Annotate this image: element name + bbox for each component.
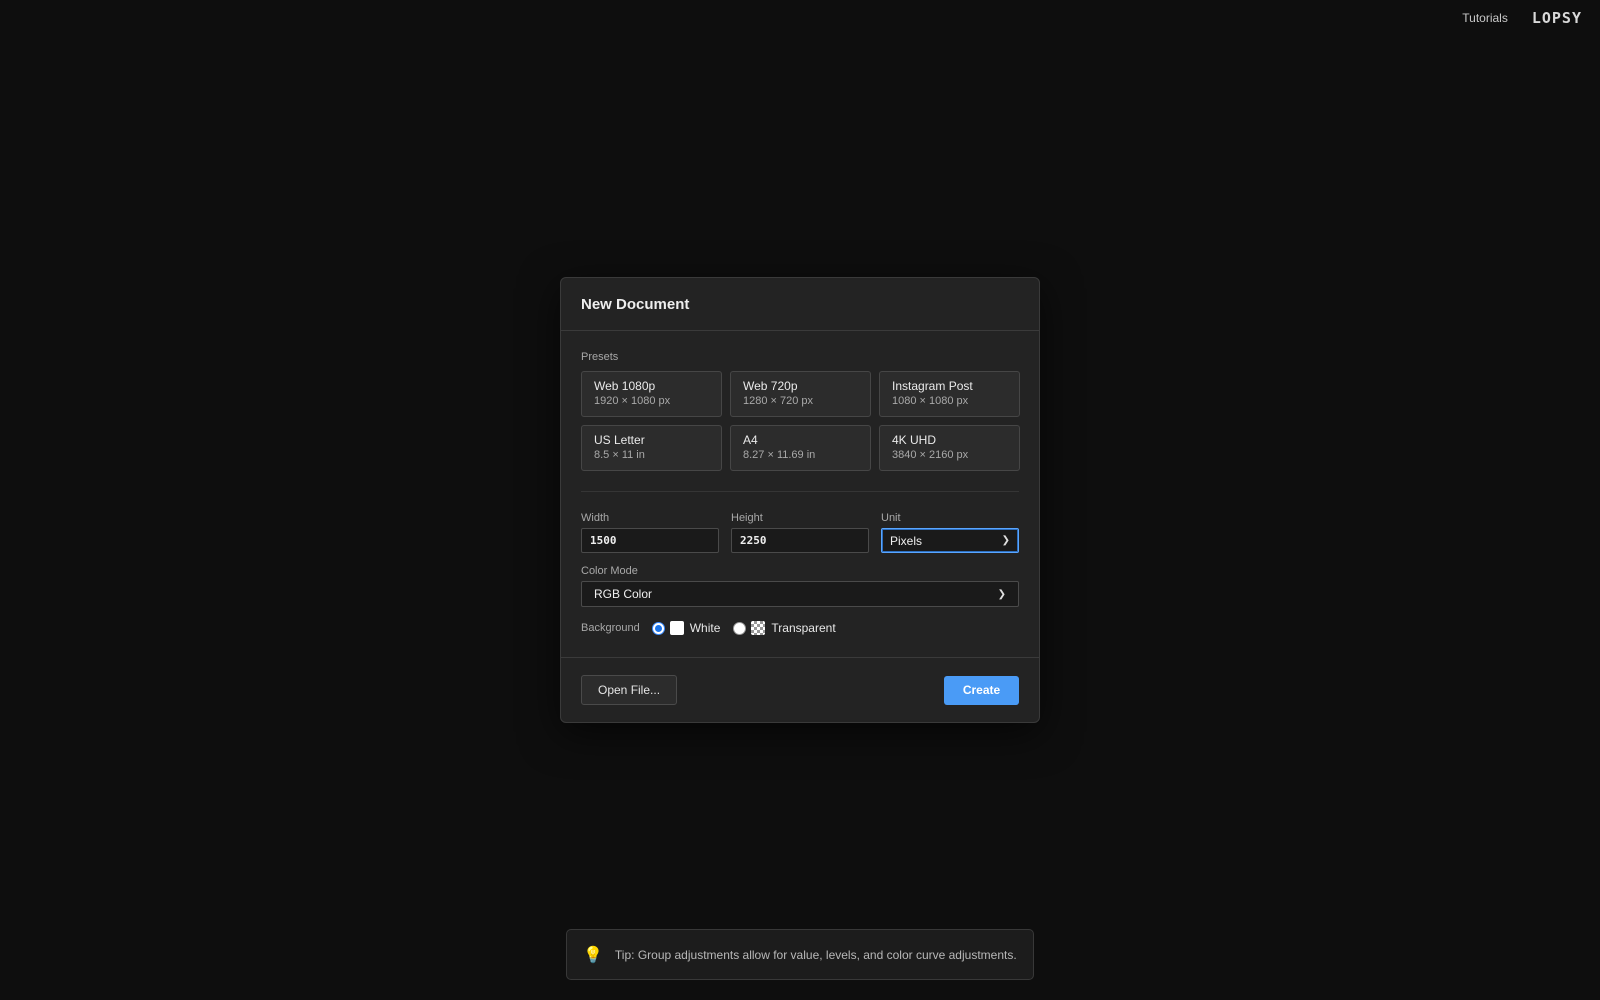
dimensions-row: Width Height Unit Pixels ❯ [581,512,1019,553]
height-input[interactable] [731,528,869,553]
unit-label: Unit [881,512,901,524]
preset-size: 1080 × 1080 px [892,395,969,407]
preset-name: Web 1080p [594,379,656,393]
color-mode-selected-value: RGB Color [594,587,653,601]
background-white-label[interactable]: White [690,621,721,635]
top-bar: Tutorials LOPSY [1462,0,1600,36]
preset-us-letter[interactable]: US Letter 8.5 × 11 in [581,425,722,471]
preset-web-720p[interactable]: Web 720p 1280 × 720 px [730,371,871,417]
width-input[interactable] [581,528,719,553]
tutorials-link[interactable]: Tutorials [1462,11,1508,25]
width-label: Width [581,512,610,524]
unit-field-group: Unit Pixels ❯ [881,512,1019,553]
preset-size: 1280 × 720 px [743,395,814,407]
background-label: Background [581,622,640,634]
preset-a4[interactable]: A4 8.27 × 11.69 in [730,425,871,471]
color-mode-field-group: Color Mode RGB Color ❯ [581,565,1019,607]
width-field-group: Width [581,512,719,553]
color-mode-select[interactable]: RGB Color ❯ [581,581,1019,607]
dialog-body: Presets Web 1080p 1920 × 1080 px Web 720… [561,331,1039,637]
preset-size: 8.5 × 11 in [594,449,645,461]
dialog-footer: Open File... Create [561,657,1039,722]
height-field-group: Height [731,512,869,553]
preset-web-1080p[interactable]: Web 1080p 1920 × 1080 px [581,371,722,417]
background-row: Background White Transparent [581,619,1019,637]
preset-size: 1920 × 1080 px [594,395,671,407]
preset-instagram-post[interactable]: Instagram Post 1080 × 1080 px [879,371,1020,417]
background-transparent-radio[interactable] [733,621,747,635]
preset-name: US Letter [594,433,645,447]
new-document-dialog: New Document Presets Web 1080p 1920 × 10… [560,277,1040,723]
color-mode-label: Color Mode [581,565,638,577]
tip-text: Tip: Group adjustments allow for value, … [614,947,1017,962]
dialog-title: New Document [581,295,690,313]
preset-name: Web 720p [743,379,798,393]
white-swatch-icon [669,621,684,635]
chevron-down-icon: ❯ [1001,535,1010,546]
preset-name: A4 [743,433,758,447]
dialog-header: New Document [561,278,1039,331]
preset-size: 3840 × 2160 px [892,449,969,461]
background-transparent-label[interactable]: Transparent [771,621,835,635]
open-file-button[interactable]: Open File... [581,675,678,705]
app-logo: LOPSY [1531,9,1582,27]
transparent-swatch-icon [751,621,766,635]
unit-selected-value: Pixels [890,533,923,548]
height-label: Height [731,512,763,524]
section-divider [581,491,1019,492]
unit-select[interactable]: Pixels ❯ [881,528,1019,553]
presets-grid: Web 1080p 1920 × 1080 px Web 720p 1280 ×… [581,371,1020,471]
create-button[interactable]: Create [944,675,1019,705]
preset-size: 8.27 × 11.69 in [743,449,816,461]
lightbulb-icon: 💡 [583,946,603,964]
tip-banner: 💡 Tip: Group adjustments allow for value… [566,929,1034,980]
preset-4k-uhd[interactable]: 4K UHD 3840 × 2160 px [879,425,1020,471]
chevron-down-icon: ❯ [997,588,1006,600]
preset-name: 4K UHD [892,433,937,447]
preset-name: Instagram Post [892,379,973,393]
presets-label: Presets [581,351,619,363]
background-white-radio[interactable] [651,621,665,635]
